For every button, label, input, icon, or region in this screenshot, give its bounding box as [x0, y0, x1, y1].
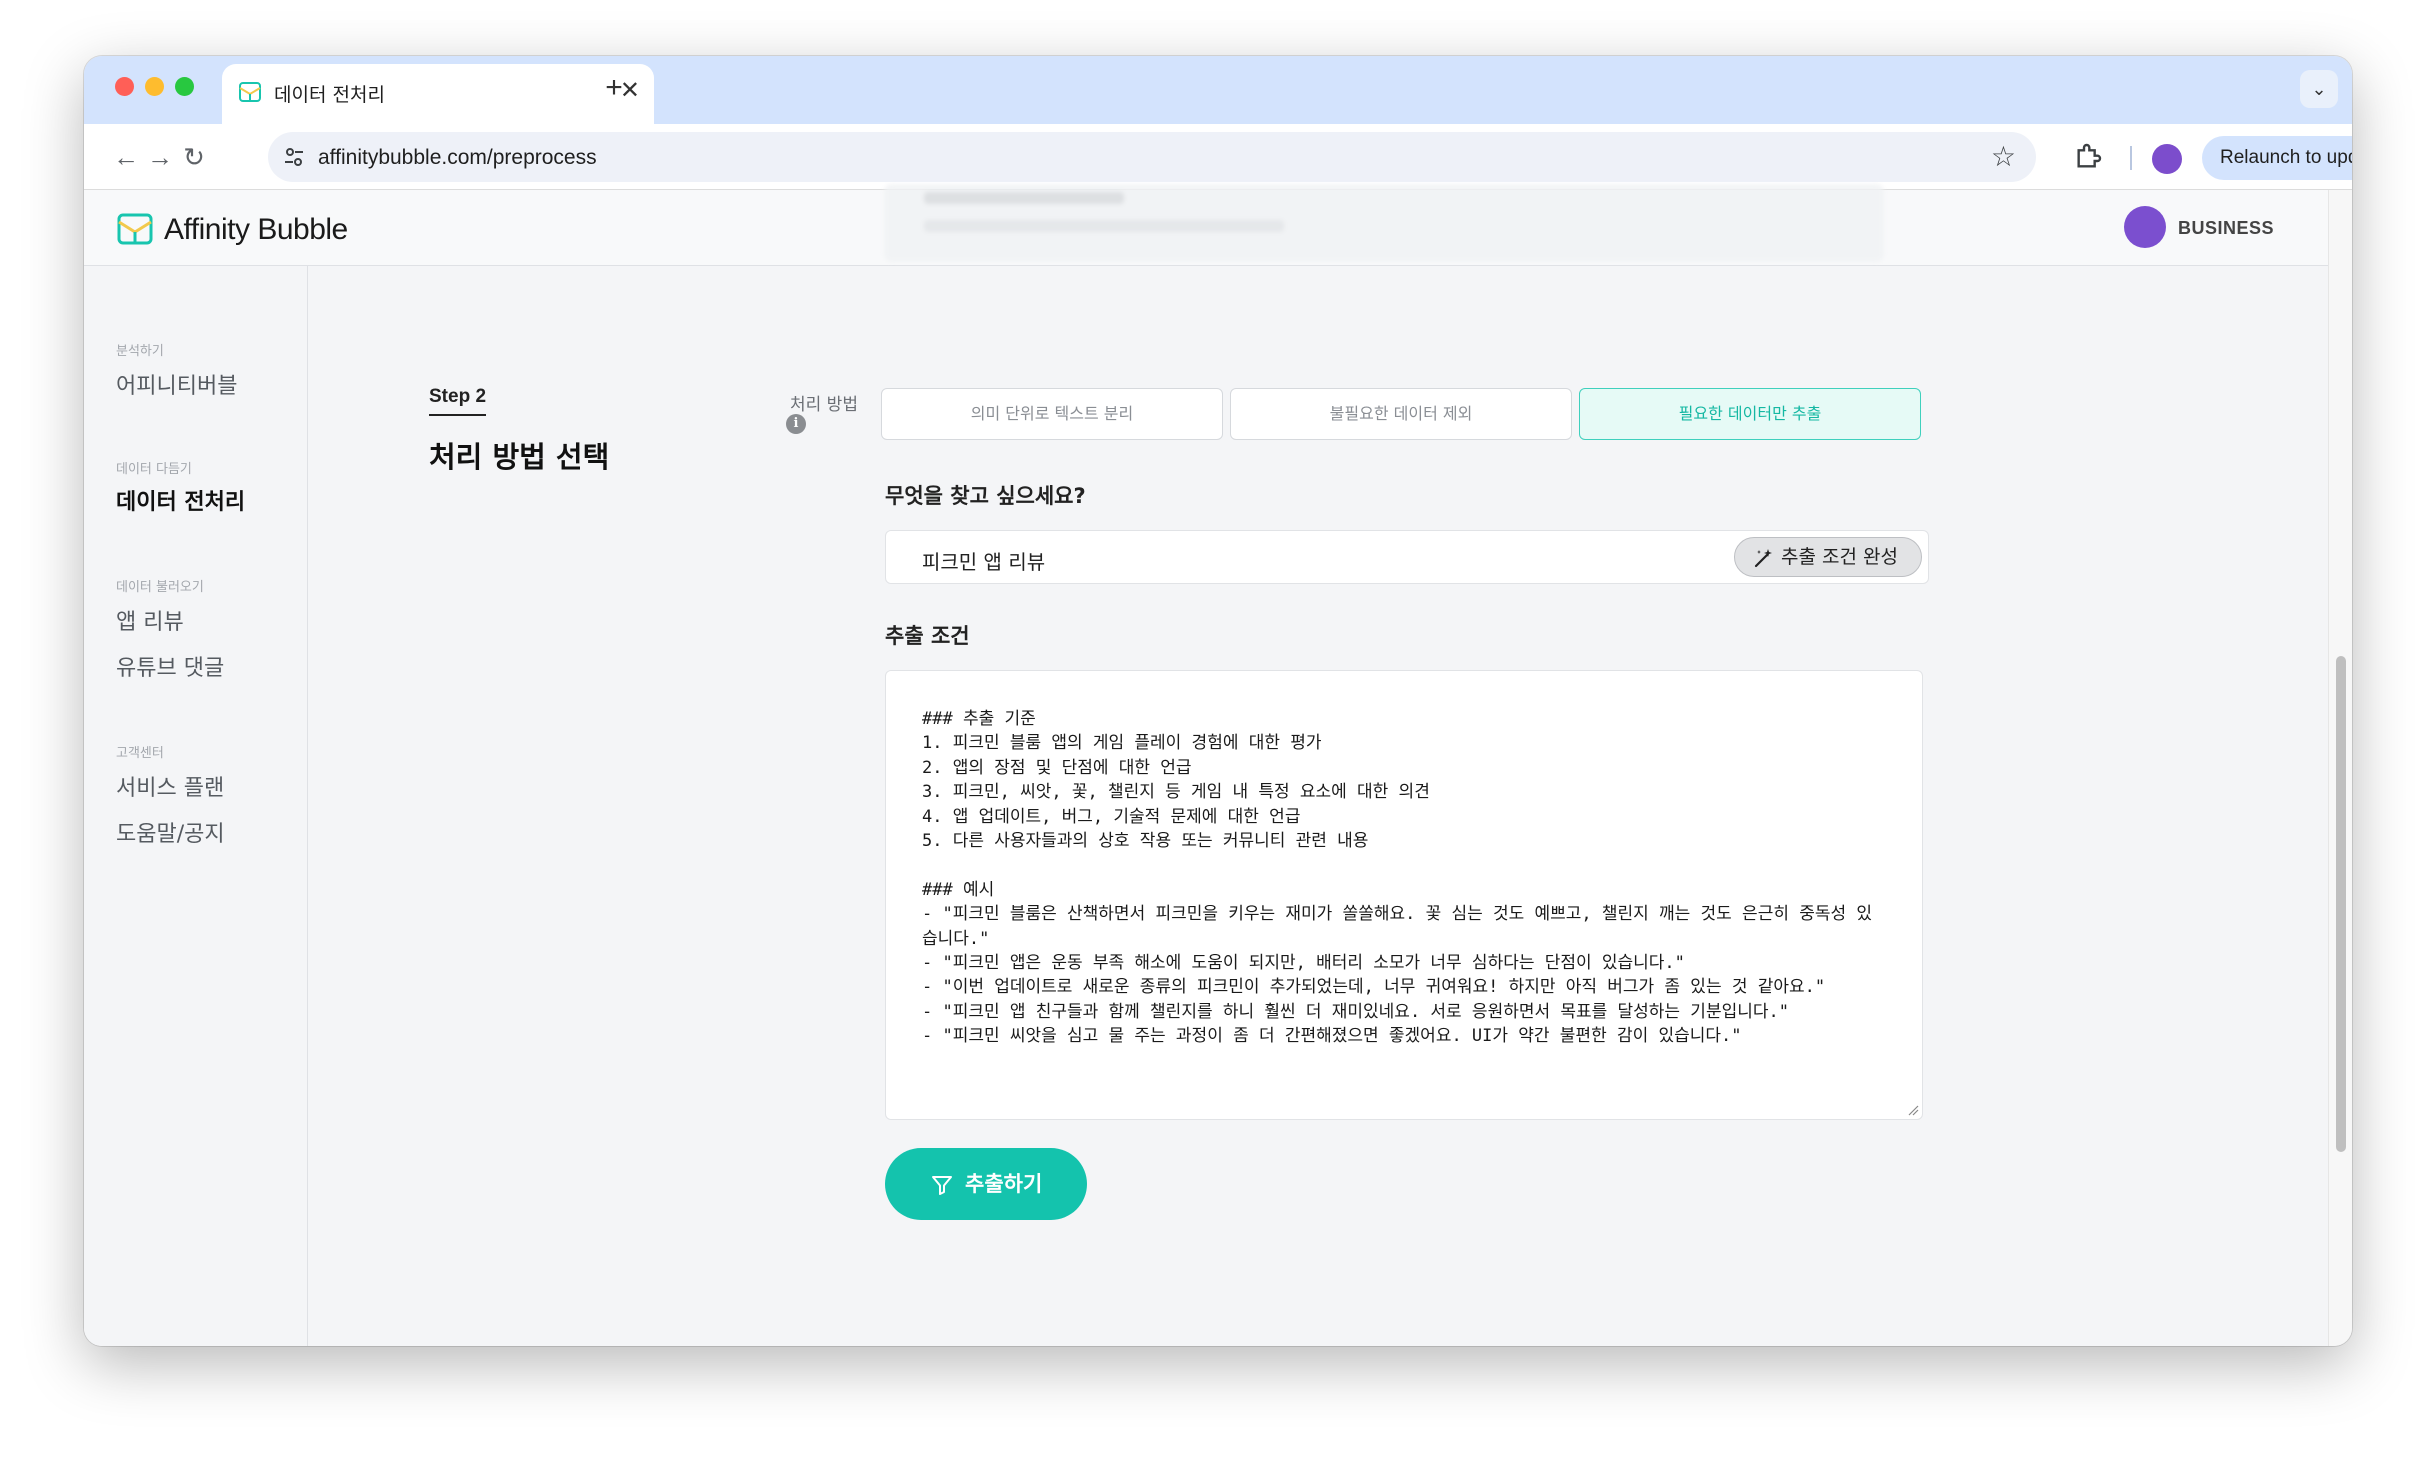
user-avatar[interactable]: [2124, 206, 2166, 248]
url-text: affinitybubble.com/preprocess: [318, 146, 597, 169]
tab-search-chevron-icon[interactable]: ⌄: [2300, 70, 2338, 108]
toolbar-divider: [2130, 146, 2132, 170]
new-tab-button[interactable]: +: [584, 68, 644, 108]
sidebar-item-affinity-bubble[interactable]: 어피니티버블: [116, 368, 237, 400]
faded-line: [924, 192, 1124, 204]
relaunch-button[interactable]: Relaunch to update ⋮: [2202, 136, 2352, 180]
sidebar-category: 데이터 다듬기: [116, 462, 192, 477]
conditions-textarea[interactable]: ### 추출 기준 1. 피크민 블룸 앱의 게임 플레이 경험에 대한 평가 …: [885, 670, 1923, 1120]
sidebar-category: 분석하기: [116, 344, 164, 359]
minimize-window-button[interactable]: [145, 77, 164, 96]
sidebar-item-youtube-comments[interactable]: 유튜브 댓글: [116, 650, 224, 682]
bookmark-star-icon[interactable]: ☆: [1991, 141, 2016, 173]
page-scrollbar[interactable]: [2328, 190, 2352, 1346]
close-window-button[interactable]: [115, 77, 134, 96]
sidebar-item-preprocess[interactable]: 데이터 전처리: [116, 484, 245, 516]
profile-avatar[interactable]: [2152, 144, 2182, 174]
magic-wand-icon: [1754, 549, 1772, 568]
site-settings-icon[interactable]: [282, 145, 306, 169]
brand-name: Affinity Bubble: [164, 213, 348, 246]
app-header: Affinity Bubble BUSINESS: [84, 184, 2328, 266]
info-icon[interactable]: i: [786, 414, 806, 434]
page-content: Affinity Bubble BUSINESS 분석하기 어피니티버블 데이터…: [84, 184, 2328, 1346]
browser-toolbar: ← → ↻ affinitybubble.com/preprocess ☆ Re…: [84, 124, 2352, 190]
complete-conditions-label: 추출 조건 완성: [1781, 546, 1898, 568]
sidebar-item-help-notice[interactable]: 도움말/공지: [116, 816, 225, 848]
plan-badge[interactable]: BUSINESS: [2178, 218, 2274, 239]
sidebar-item-service-plan[interactable]: 서비스 플랜: [116, 770, 224, 802]
browser-window: 데이터 전처리 ✕ + ⌄ ← → ↻ affinitybubble.com/p…: [84, 56, 2352, 1346]
step-title: 처리 방법 선택: [429, 440, 610, 474]
method-option-extract[interactable]: 필요한 데이터만 추출: [1579, 388, 1921, 440]
extract-button-label: 추출하기: [965, 1172, 1043, 1196]
sidebar-category: 고객센터: [116, 746, 164, 761]
address-bar[interactable]: affinitybubble.com/preprocess ☆: [268, 132, 2036, 182]
scrollbar-thumb[interactable]: [2336, 656, 2346, 1152]
sidebar-item-app-reviews[interactable]: 앱 리뷰: [116, 604, 184, 636]
tab-strip: 데이터 전처리 ✕ + ⌄: [84, 56, 2352, 124]
conditions-text: ### 추출 기준 1. 피크민 블룸 앱의 게임 플레이 경험에 대한 평가 …: [922, 709, 1873, 1047]
sidebar: 분석하기 어피니티버블 데이터 다듬기 데이터 전처리 데이터 불러오기 앱 리…: [84, 266, 308, 1346]
method-option-split[interactable]: 의미 단위로 텍스트 분리: [881, 388, 1223, 440]
bubble-logo-icon: [117, 213, 153, 245]
extract-button[interactable]: 추출하기: [885, 1148, 1087, 1220]
bubble-logo-icon: [239, 82, 261, 102]
query-value: 피크민 앱 리뷰: [922, 550, 1046, 574]
sidebar-category: 데이터 불러오기: [116, 580, 204, 595]
extensions-puzzle-icon[interactable]: [2072, 141, 2104, 173]
tab-title: 데이터 전처리: [274, 84, 385, 106]
relaunch-label: Relaunch to update: [2220, 147, 2352, 168]
question-label: 무엇을 찾고 싶으세요?: [885, 484, 1086, 508]
faded-background-card: [884, 184, 1884, 262]
maximize-window-button[interactable]: [175, 77, 194, 96]
reload-icon[interactable]: ↻: [174, 137, 214, 177]
conditions-label: 추출 조건: [885, 624, 970, 648]
method-option-exclude[interactable]: 불필요한 데이터 제외: [1230, 388, 1572, 440]
query-input[interactable]: 피크민 앱 리뷰 추출 조건 완성: [885, 530, 1929, 584]
complete-conditions-button[interactable]: 추출 조건 완성: [1734, 537, 1922, 577]
filter-icon: [932, 1176, 952, 1195]
faded-line: [924, 220, 1284, 232]
resize-handle-icon[interactable]: [1907, 1104, 1919, 1116]
method-label: 처리 방법: [790, 395, 858, 415]
step-label: Step 2: [429, 386, 487, 416]
